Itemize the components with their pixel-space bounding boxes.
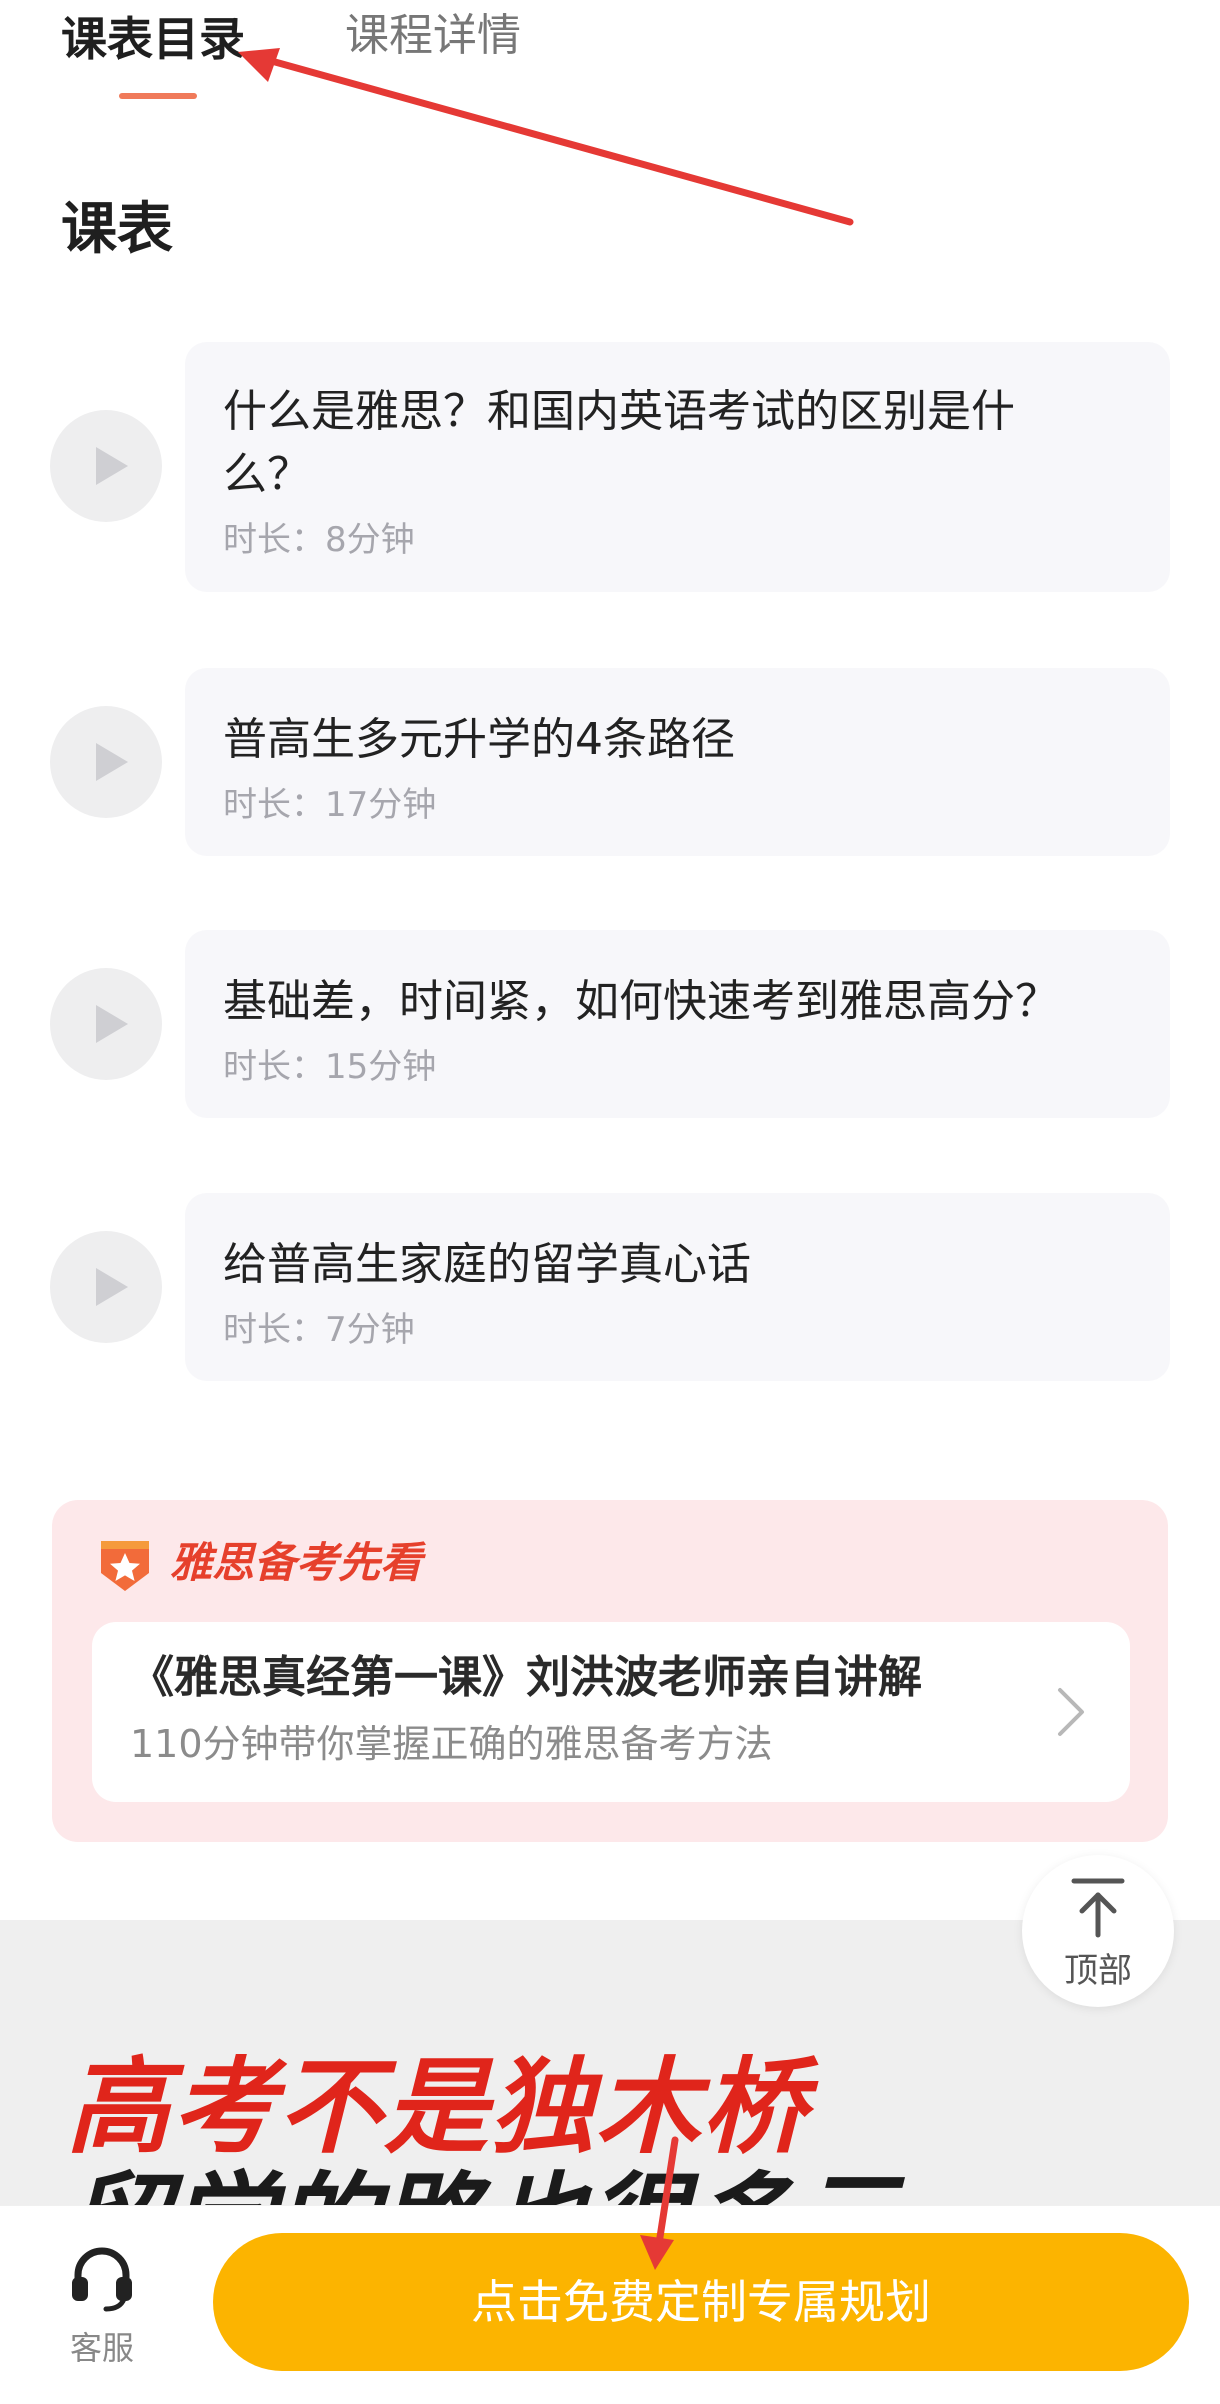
- lesson-title: 什么是雅思？和国内英语考试的区别是什么？: [223, 386, 1015, 500]
- play-icon[interactable]: [50, 968, 162, 1080]
- customer-service-label[interactable]: 客服: [66, 2323, 138, 2369]
- lesson-duration: 时长：7分钟: [223, 1310, 415, 1350]
- tab-course-catalog[interactable]: 课表目录: [61, 16, 245, 62]
- promo-subtitle: 110分钟带你掌握正确的雅思备考方法: [130, 1722, 773, 1766]
- promo-title: 《雅思真经第一课》刘洪波老师亲自讲解: [130, 1652, 922, 1703]
- banner-headline: 高考不是独木桥: [66, 2046, 809, 2168]
- arrow-up-icon: [1071, 1878, 1125, 1938]
- headset-icon[interactable]: [66, 2241, 138, 2313]
- play-icon[interactable]: [50, 1231, 162, 1343]
- lesson-title: 给普高生家庭的留学真心话: [223, 1239, 751, 1290]
- promo-section: 雅思备考先看 《雅思真经第一课》刘洪波老师亲自讲解 110分钟带你掌握正确的雅思…: [52, 1500, 1168, 1842]
- lesson-card[interactable]: 基础差，时间紧，如何快速考到雅思高分？ 时长：15分钟: [185, 930, 1170, 1118]
- free-plan-cta-button[interactable]: 点击免费定制专属规划: [213, 2233, 1189, 2371]
- lesson-card[interactable]: 给普高生家庭的留学真心话 时长：7分钟: [185, 1193, 1170, 1381]
- lesson-duration: 时长：8分钟: [223, 520, 415, 560]
- lesson-duration: 时长：15分钟: [223, 1047, 437, 1087]
- active-tab-indicator: [119, 93, 197, 99]
- back-to-top-label: 顶部: [1064, 1951, 1132, 1991]
- lesson-title: 普高生多元升学的4条路径: [223, 714, 735, 765]
- bottom-bar: 客服 点击免费定制专属规划: [0, 2205, 1220, 2404]
- section-title: 课表: [61, 197, 173, 262]
- promo-card[interactable]: 《雅思真经第一课》刘洪波老师亲自讲解 110分钟带你掌握正确的雅思备考方法: [92, 1622, 1130, 1802]
- play-icon[interactable]: [50, 706, 162, 818]
- play-icon[interactable]: [50, 410, 162, 522]
- chevron-right-icon: [1058, 1688, 1084, 1736]
- lesson-card[interactable]: 普高生多元升学的4条路径 时长：17分钟: [185, 668, 1170, 856]
- annotation-arrow-tabs: [246, 51, 854, 226]
- lesson-title: 基础差，时间紧，如何快速考到雅思高分？: [223, 976, 1059, 1027]
- tab-course-details[interactable]: 课程详情: [345, 14, 521, 58]
- lesson-card[interactable]: 什么是雅思？和国内英语考试的区别是什么？ 时长：8分钟: [185, 342, 1170, 592]
- promo-label: 雅思备考先看: [170, 1538, 423, 1587]
- lesson-duration: 时长：17分钟: [223, 785, 437, 825]
- star-badge-icon: [101, 1541, 149, 1591]
- back-to-top-button[interactable]: 顶部: [1022, 1855, 1174, 2007]
